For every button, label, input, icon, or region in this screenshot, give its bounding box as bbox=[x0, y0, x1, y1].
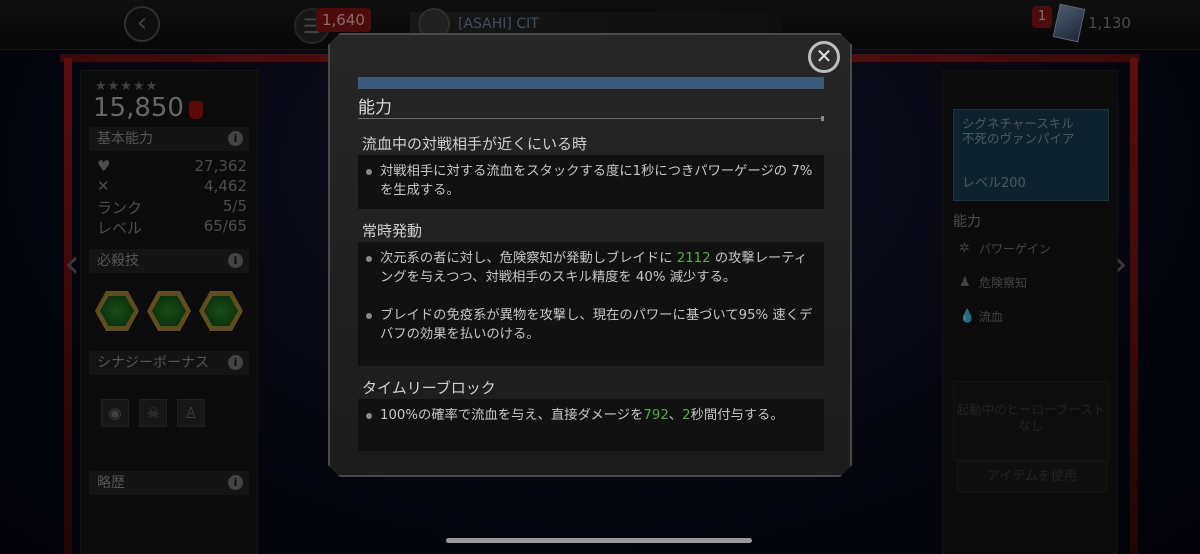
modal-accent-bar bbox=[358, 77, 824, 89]
close-icon[interactable]: ✕ bbox=[808, 41, 840, 73]
description-item: 100%の確率で流血を与え、直接ダメージを792、2秒間付与する。 bbox=[380, 406, 814, 425]
description-text: 秒間付与する。 bbox=[690, 408, 784, 423]
section-title: 流血中の対戦相手が近くにいる時 bbox=[362, 135, 588, 153]
description-text: ブレイドの免疫系が異物を攻撃し、現在のパワーに基づいて95% 速くデバフの効果を… bbox=[380, 308, 813, 342]
modal-divider bbox=[358, 118, 824, 119]
section-title: タイムリーブロック bbox=[362, 379, 496, 397]
section-description: 100%の確率で流血を与え、直接ダメージを792、2秒間付与する。 bbox=[358, 399, 824, 451]
highlight-number: 2 bbox=[682, 408, 691, 423]
home-indicator[interactable] bbox=[446, 538, 752, 543]
modal-title: 能力 bbox=[358, 98, 392, 118]
section-description: 次元系の者に対し、危険察知が発動しブレイドに 2112 の攻撃レーティングを与え… bbox=[358, 242, 824, 366]
description-text: 次元系の者に対し、危険察知が発動しブレイドに bbox=[380, 251, 677, 266]
description-text: 100%の確率で流血を与え、直接ダメージを bbox=[380, 408, 644, 423]
abilities-modal: 能力 流血中の対戦相手が近くにいる時 対戦相手に対する流血をスタックする度に1秒… bbox=[328, 33, 852, 477]
description-text: 対戦相手に対する流血をスタックする度に1秒につきパワーゲージの 7% を生成する… bbox=[380, 164, 813, 198]
description-item: 次元系の者に対し、危険察知が発動しブレイドに 2112 の攻撃レーティングを与え… bbox=[380, 249, 814, 287]
description-item: ブレイドの免疫系が異物を攻撃し、現在のパワーに基づいて95% 速くデバフの効果を… bbox=[380, 306, 814, 344]
description-item: 対戦相手に対する流血をスタックする度に1秒につきパワーゲージの 7% を生成する… bbox=[380, 162, 814, 200]
section-title: 常時発動 bbox=[362, 222, 423, 240]
highlight-number: 2112 bbox=[676, 251, 711, 266]
description-text: 、 bbox=[668, 408, 683, 423]
highlight-number: 792 bbox=[643, 408, 669, 423]
section-description: 対戦相手に対する流血をスタックする度に1秒につきパワーゲージの 7% を生成する… bbox=[358, 155, 824, 209]
